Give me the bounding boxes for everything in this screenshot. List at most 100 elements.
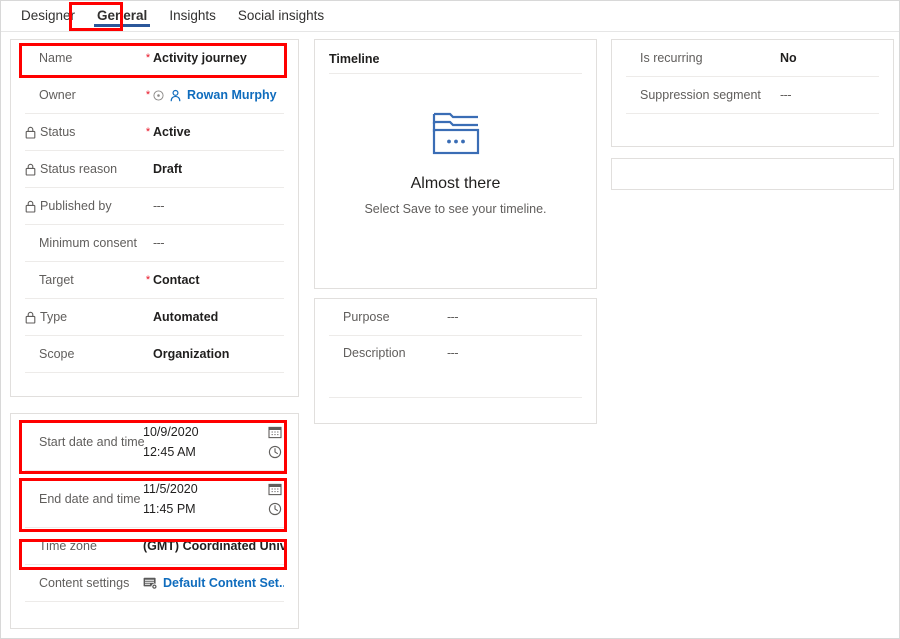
lock-icon bbox=[25, 126, 36, 139]
field-value-suppression-segment[interactable]: --- bbox=[780, 88, 879, 102]
field-row-name[interactable]: Name * Activity journey bbox=[25, 40, 284, 77]
field-row-target[interactable]: Target * Contact bbox=[25, 262, 284, 299]
tab-selected-underline bbox=[94, 24, 151, 27]
field-row-status: Status * Active bbox=[25, 114, 284, 151]
purpose-rows: Purpose --- Description --- bbox=[315, 299, 596, 398]
field-value-is-recurring[interactable]: No bbox=[780, 51, 879, 65]
clock-icon[interactable] bbox=[268, 445, 282, 459]
form-page: Designer General Insights Social insight… bbox=[0, 0, 900, 639]
field-row-scope[interactable]: Scope Organization bbox=[25, 336, 284, 373]
field-row-content-settings[interactable]: Content settings Default Content Set... bbox=[25, 565, 284, 602]
field-value-content-settings[interactable]: Default Content Set... bbox=[143, 576, 284, 590]
end-time-line[interactable]: 11:45 PM bbox=[143, 502, 284, 516]
required-indicator: * bbox=[145, 273, 151, 286]
field-value-scope[interactable]: Organization bbox=[153, 347, 284, 361]
field-value-status-reason: Draft bbox=[153, 162, 183, 176]
field-row-suppression-segment[interactable]: Suppression segment --- bbox=[626, 77, 879, 114]
field-value-name[interactable]: Activity journey bbox=[153, 51, 284, 65]
field-row-type: Type Automated bbox=[25, 299, 284, 336]
tab-strip: Designer General Insights Social insight… bbox=[1, 1, 899, 32]
field-value-owner[interactable]: Rowan Murphy bbox=[153, 88, 284, 102]
field-row-is-recurring[interactable]: Is recurring No bbox=[626, 40, 879, 77]
tab-designer[interactable]: Designer bbox=[10, 1, 86, 31]
tab-general[interactable]: General bbox=[86, 1, 158, 31]
lock-icon bbox=[25, 200, 36, 213]
field-label-start-date-time: Start date and time bbox=[39, 435, 145, 449]
content-settings-link-text[interactable]: Default Content Set... bbox=[163, 576, 284, 590]
recurring-card: Is recurring No Suppression segment --- bbox=[611, 39, 894, 147]
field-value-type: Automated bbox=[153, 310, 219, 324]
field-label-end-date-time: End date and time bbox=[39, 492, 141, 506]
recurring-rows: Is recurring No Suppression segment --- bbox=[612, 40, 893, 114]
end-date-value[interactable]: 11/5/2020 bbox=[143, 482, 198, 496]
field-value-target[interactable]: Contact bbox=[153, 273, 284, 287]
timeline-empty-title: Almost there bbox=[410, 175, 501, 192]
tab-general-label: General bbox=[97, 8, 148, 23]
required-indicator: * bbox=[145, 88, 151, 101]
required-indicator: * bbox=[145, 125, 151, 138]
field-row-purpose[interactable]: Purpose --- bbox=[329, 299, 582, 336]
field-label-name: Name bbox=[39, 51, 73, 65]
tab-insights[interactable]: Insights bbox=[158, 1, 227, 31]
field-label-published-by: Published by bbox=[25, 199, 143, 213]
tab-social-insights[interactable]: Social insights bbox=[227, 1, 335, 31]
start-time-line[interactable]: 12:45 AM bbox=[143, 445, 284, 459]
field-label-minimum-consent: Minimum consent bbox=[39, 236, 137, 250]
owner-link-text[interactable]: Rowan Murphy bbox=[187, 88, 277, 102]
end-date-time-values: 11/5/2020 11:45 PM bbox=[143, 471, 284, 527]
required-indicator: * bbox=[145, 51, 151, 64]
field-label-description: Description bbox=[343, 346, 406, 360]
tab-insights-label: Insights bbox=[169, 8, 216, 23]
field-row-minimum-consent[interactable]: Minimum consent --- bbox=[25, 225, 284, 262]
folder-stack-icon bbox=[430, 108, 482, 161]
tab-social-insights-label: Social insights bbox=[237, 8, 325, 23]
field-label-owner: Owner bbox=[39, 88, 76, 102]
field-value-purpose[interactable]: --- bbox=[447, 310, 582, 324]
purpose-card: Purpose --- Description --- bbox=[314, 298, 597, 424]
start-date-value[interactable]: 10/9/2020 bbox=[143, 425, 199, 439]
start-date-line[interactable]: 10/9/2020 bbox=[143, 425, 284, 439]
schedule-rows: Start date and time 10/9/2020 12:45 AM E… bbox=[11, 414, 298, 602]
field-label-type: Type bbox=[25, 310, 143, 324]
schedule-card: Start date and time 10/9/2020 12:45 AM E… bbox=[10, 413, 299, 629]
field-value-time-zone[interactable]: (GMT) Coordinated Universal Time bbox=[143, 539, 284, 553]
end-time-value[interactable]: 11:45 PM bbox=[143, 502, 196, 516]
field-value-published-by: --- bbox=[153, 199, 165, 213]
lock-icon bbox=[25, 311, 36, 324]
lock-icon bbox=[25, 163, 36, 176]
field-row-end-date-time[interactable]: End date and time 11/5/2020 11:45 PM bbox=[25, 471, 284, 528]
timeline-card: Timeline Almost there Select Save to see… bbox=[314, 39, 597, 289]
field-row-published-by: Published by --- bbox=[25, 188, 284, 225]
field-label-status: Status bbox=[25, 125, 143, 139]
field-label-target: Target bbox=[39, 273, 74, 287]
field-row-start-date-time[interactable]: Start date and time 10/9/2020 12:45 AM bbox=[25, 414, 284, 471]
field-label-is-recurring: Is recurring bbox=[640, 51, 703, 65]
field-value-description[interactable]: --- bbox=[447, 346, 582, 360]
field-value-status: Active bbox=[153, 125, 191, 139]
field-row-status-reason: Status reason Draft bbox=[25, 151, 284, 188]
journey-details-card: Name * Activity journey Owner * Rowan Mu… bbox=[10, 39, 299, 397]
person-icon bbox=[169, 89, 182, 102]
journey-details-rows: Name * Activity journey Owner * Rowan Mu… bbox=[11, 40, 298, 373]
field-row-owner[interactable]: Owner * Rowan Murphy bbox=[25, 77, 284, 114]
calendar-icon[interactable] bbox=[268, 482, 282, 496]
field-label-suppression-segment: Suppression segment bbox=[640, 88, 761, 102]
clock-icon[interactable] bbox=[268, 502, 282, 516]
calendar-icon[interactable] bbox=[268, 425, 282, 439]
tab-designer-label: Designer bbox=[21, 8, 76, 23]
field-label-status-reason: Status reason bbox=[25, 162, 143, 176]
timeline-empty-state: Almost there Select Save to see your tim… bbox=[315, 74, 596, 216]
start-time-value[interactable]: 12:45 AM bbox=[143, 445, 196, 459]
field-row-description[interactable]: Description --- bbox=[329, 336, 582, 398]
field-label-scope: Scope bbox=[39, 347, 75, 361]
content-settings-icon bbox=[143, 577, 158, 590]
timeline-empty-subtitle: Select Save to see your timeline. bbox=[364, 202, 547, 216]
start-date-time-values: 10/9/2020 12:45 AM bbox=[143, 414, 284, 470]
end-date-line[interactable]: 11/5/2020 bbox=[143, 482, 284, 496]
timeline-card-title: Timeline bbox=[329, 52, 380, 66]
empty-card bbox=[611, 158, 894, 190]
field-label-content-settings: Content settings bbox=[39, 576, 130, 590]
field-value-minimum-consent[interactable]: --- bbox=[153, 236, 284, 250]
field-label-time-zone: Time zone bbox=[39, 539, 97, 553]
field-row-time-zone[interactable]: Time zone (GMT) Coordinated Universal Ti… bbox=[25, 528, 284, 565]
